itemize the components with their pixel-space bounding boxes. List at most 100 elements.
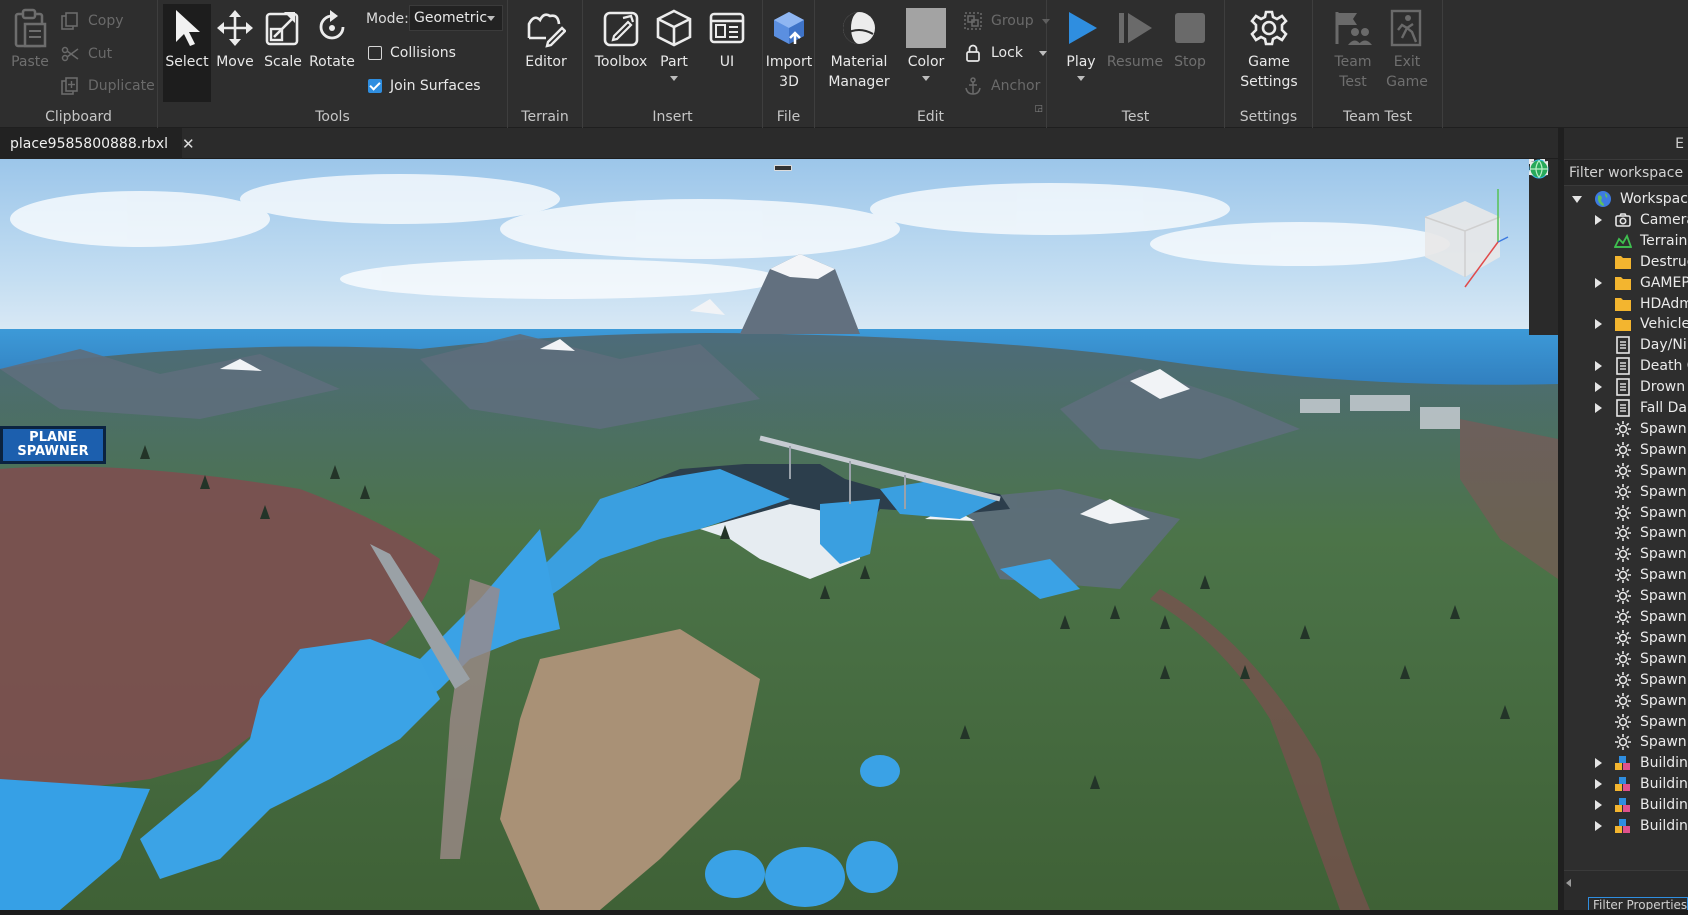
close-icon[interactable]: ✕	[182, 135, 195, 153]
tree-item-spawn[interactable]: Spawn	[1595, 439, 1687, 461]
spawn-icon	[1614, 420, 1632, 438]
chevron-right-icon[interactable]	[1595, 361, 1602, 372]
tree-item-spawn[interactable]: Spawn	[1595, 543, 1687, 565]
chevron-right-icon[interactable]	[1595, 214, 1602, 225]
viewport-drag-handle[interactable]	[774, 165, 792, 171]
tree-item-death-c[interactable]: Death C	[1595, 355, 1688, 377]
tree-item-spawn[interactable]: Spawn	[1595, 585, 1687, 607]
tree-item-fall-da[interactable]: Fall Da	[1595, 397, 1687, 419]
collisions-checkbox[interactable]: Collisions	[368, 41, 456, 65]
tree-item-buildin[interactable]: Buildin	[1595, 815, 1688, 837]
terrain-scene	[0, 159, 1558, 910]
tree-item-camera[interactable]: Camera	[1595, 209, 1688, 231]
view-cube[interactable]	[1410, 187, 1520, 297]
group-button[interactable]: Group	[963, 9, 1050, 33]
chevron-right-icon[interactable]	[1595, 821, 1602, 831]
chevron-down-icon[interactable]	[1572, 195, 1582, 203]
spawn-icon	[1614, 441, 1632, 459]
tree-item-terrain[interactable]: Terrain	[1595, 230, 1687, 252]
tree-item-spawn[interactable]: Spawn	[1595, 522, 1687, 544]
tree-item-spawn[interactable]: Spawn	[1595, 627, 1687, 649]
spawn-icon	[1614, 671, 1632, 689]
team-test-button[interactable]: Team Test	[1323, 6, 1383, 92]
resume-button[interactable]: Resume	[1105, 6, 1165, 72]
cut-button[interactable]: Cut	[60, 42, 112, 66]
play-icon	[1059, 6, 1103, 50]
book-icon[interactable]	[1530, 161, 1556, 304]
join-surfaces-checkbox[interactable]: Join Surfaces	[368, 74, 481, 98]
terrain-editor-button[interactable]: Editor	[516, 6, 576, 72]
tree-item-spawn[interactable]: Spawn	[1595, 711, 1687, 733]
tree-item-day-ni[interactable]: Day/Ni	[1595, 334, 1687, 356]
material-manager-button[interactable]: Material Manager	[823, 6, 895, 92]
spawn-icon	[1614, 545, 1632, 563]
explorer-title: E	[1675, 136, 1684, 152]
chevron-right-icon[interactable]	[1595, 319, 1602, 330]
spawn-icon	[1614, 733, 1632, 751]
chevron-right-icon[interactable]	[1595, 277, 1602, 288]
globe-icon[interactable]	[1530, 160, 1556, 329]
tree-item-buildin[interactable]: Buildin	[1595, 752, 1688, 774]
tree-item-vehicle[interactable]: Vehicle	[1595, 313, 1688, 335]
copy-button[interactable]: Copy	[60, 9, 124, 33]
color-button[interactable]: Color	[896, 6, 956, 81]
chevron-right-icon[interactable]	[1595, 382, 1602, 393]
tree-item-spawn[interactable]: Spawn	[1595, 564, 1687, 586]
collisions-checkbox-box[interactable]	[368, 46, 382, 60]
play-button[interactable]: Play	[1051, 6, 1111, 81]
anchor-button[interactable]: Anchor	[963, 74, 1040, 98]
filter-workspace-input[interactable]: Filter workspace (C	[1564, 159, 1688, 186]
tree-item-gamep[interactable]: GAMEP	[1595, 272, 1688, 294]
tree-item-spawn[interactable]: Spawn	[1595, 606, 1687, 628]
stop-button[interactable]: Stop	[1160, 6, 1220, 72]
tree-item-spawn[interactable]: Spawn	[1595, 669, 1687, 691]
exit-game-button[interactable]: Exit Game	[1377, 6, 1437, 92]
add-icon[interactable]	[1530, 160, 1556, 208]
chevron-right-icon[interactable]	[1595, 779, 1602, 790]
part-button[interactable]: Part	[644, 6, 704, 81]
tree-item-destructi[interactable]: Destructi	[1595, 251, 1688, 273]
mode-dropdown[interactable]: Geometric	[409, 5, 503, 31]
lock-button[interactable]: Lock	[963, 41, 1047, 65]
3d-viewport[interactable]: PLANE SPAWNER ?	[0, 159, 1558, 910]
tree-item-workspace[interactable]: Workspace	[1572, 188, 1688, 210]
paste-label: Paste	[11, 54, 49, 70]
paste-button[interactable]: Paste	[0, 6, 60, 72]
rotate-button[interactable]: Rotate	[302, 6, 362, 72]
tree-item-drown[interactable]: Drown	[1595, 376, 1685, 398]
ui-button[interactable]: UI	[697, 6, 757, 72]
tree-item-buildin[interactable]: Buildin	[1595, 794, 1688, 816]
file-group: Import 3D File	[763, 0, 815, 128]
tree-item-label: Workspace	[1620, 191, 1688, 207]
fullscreen-icon[interactable]	[1529, 159, 1556, 233]
part-cube-icon	[652, 6, 696, 50]
tree-item-spawn[interactable]: Spawn	[1595, 502, 1687, 524]
filter-properties-input[interactable]: Filter Properties	[1588, 897, 1688, 910]
help-icon[interactable]: ?	[1529, 159, 1556, 279]
tree-item-buildin[interactable]: Buildin	[1595, 773, 1688, 795]
tab-place-file[interactable]: place9585800888.rbxl ✕	[0, 128, 195, 159]
scroll-left-icon[interactable]	[1566, 879, 1571, 887]
file-group-label: File	[776, 109, 801, 125]
tree-item-spawn[interactable]: Spawn	[1595, 481, 1687, 503]
clipboard-icon	[8, 6, 52, 50]
game-settings-button[interactable]: Game Settings	[1239, 6, 1299, 92]
game-settings-label-2: Settings	[1240, 74, 1298, 90]
tree-item-spawn[interactable]: Spawn	[1595, 648, 1687, 670]
tree-item-spawn[interactable]: Spawn	[1595, 690, 1687, 712]
chevron-right-icon[interactable]	[1595, 800, 1602, 811]
toolbox-button[interactable]: Toolbox	[591, 6, 651, 72]
tree-item-label: Spawn	[1640, 734, 1687, 751]
material-manager-label-2: Manager	[828, 74, 890, 90]
tree-item-spawn[interactable]: Spawn	[1595, 460, 1687, 482]
tree-item-spawn[interactable]: Spawn	[1595, 731, 1687, 753]
tree-item-spawn[interactable]: Spawn	[1595, 418, 1687, 440]
select-button[interactable]: Select	[163, 4, 211, 102]
chevron-right-icon[interactable]	[1595, 403, 1602, 413]
tools-group: Select Move Scale Rotate Mode: Geometric	[158, 0, 508, 128]
tree-item-hdadm[interactable]: HDAdm	[1595, 293, 1688, 315]
chevron-right-icon[interactable]	[1595, 758, 1602, 769]
duplicate-button[interactable]: Duplicate	[60, 74, 155, 98]
join-surfaces-checkbox-box[interactable]	[368, 79, 382, 93]
import-3d-button[interactable]: Import 3D	[759, 6, 819, 92]
